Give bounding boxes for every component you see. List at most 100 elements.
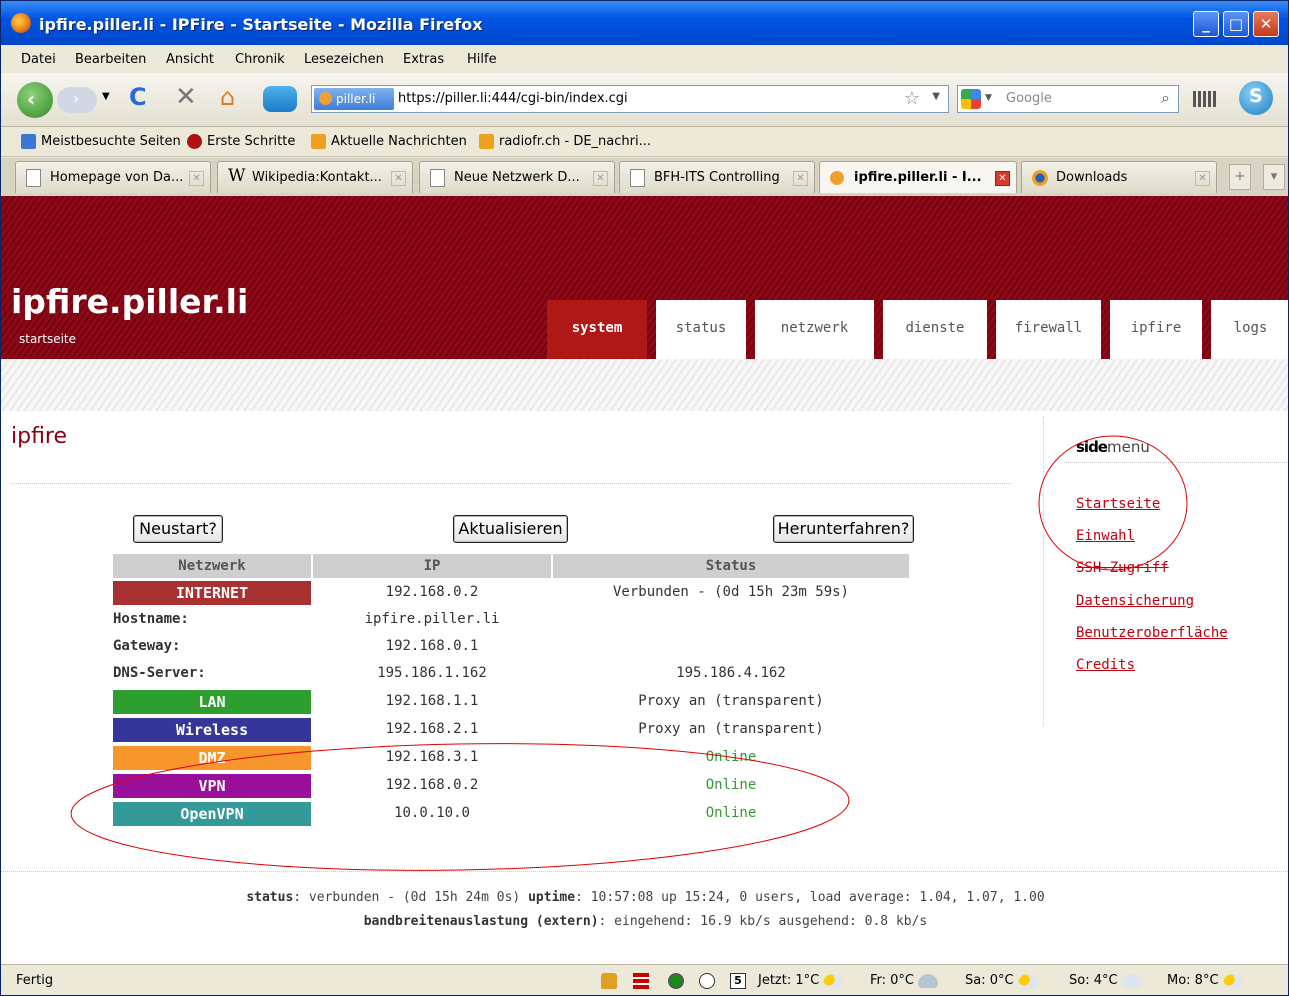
header-stripe — [1, 359, 1288, 411]
weather-fr[interactable]: Fr: 0°C — [870, 973, 939, 988]
forward-button[interactable]: › — [57, 87, 97, 113]
lock-icon[interactable] — [601, 973, 617, 989]
openvpn-ip: 10.0.10.0 — [394, 805, 470, 821]
nav-dienste[interactable]: dienste — [883, 300, 987, 359]
tab-ipfire[interactable]: ipfire.piller.li - I... ✕ — [819, 161, 1017, 193]
sidemenu-startseite[interactable]: Startseite — [1076, 496, 1160, 512]
back-button[interactable]: ‹ — [17, 82, 53, 118]
bookmark-first-steps[interactable]: Erste Schritte — [187, 134, 295, 149]
gateway-label: Gateway: — [113, 638, 181, 654]
dmz-badge: DMZ — [113, 746, 311, 770]
status-indicator-icon[interactable] — [668, 973, 684, 989]
tab-wikipedia[interactable]: W Wikipedia:Kontakt... ✕ — [217, 161, 413, 193]
grid-icon[interactable] — [1193, 91, 1217, 107]
footer-uptime-label: uptime — [528, 890, 576, 905]
sidemenu-datensicherung[interactable]: Datensicherung — [1076, 593, 1194, 609]
nav-firewall[interactable]: firewall — [996, 300, 1101, 359]
tab-close-icon[interactable]: ✕ — [1195, 171, 1210, 186]
sidemenu-ssh[interactable]: SSH-Zugriff — [1076, 560, 1169, 576]
sidemenu-title-rest: menu — [1106, 438, 1150, 456]
status-bar: Fertig 5 Jetzt: 1°C Fr: 0°C Sa: 0°C So: … — [1, 964, 1288, 995]
site-identity-button[interactable]: piller.li — [314, 88, 394, 110]
tab-homepage[interactable]: Homepage von Da... ✕ — [15, 161, 211, 193]
footer-status-value: : verbunden - (0d 15h 24m 0s) — [293, 890, 529, 905]
weather-mo[interactable]: Mo: 8°C — [1167, 973, 1243, 988]
shutdown-button[interactable]: Herunterfahren? — [773, 515, 914, 543]
weather-fr-label: Fr: 0°C — [870, 973, 915, 988]
dns-primary: 195.186.1.162 — [377, 665, 487, 681]
nav-netzwerk[interactable]: netzwerk — [755, 300, 874, 359]
menu-extras[interactable]: Extras — [403, 52, 444, 67]
minimize-button[interactable]: _ — [1193, 11, 1219, 37]
status-footer: status: verbunden - (0d 15h 24m 0s) upti… — [1, 886, 1288, 934]
row-dmz: DMZ 192.168.3.1 Online — [1, 745, 1001, 771]
engine-dropdown-icon[interactable]: ▼ — [985, 93, 992, 103]
webslice-icon[interactable] — [263, 86, 297, 112]
url-dropdown-icon[interactable]: ▼ — [932, 91, 940, 102]
sidemenu-benutzeroberflaeche[interactable]: Benutzeroberfläche — [1076, 625, 1228, 641]
tab-close-icon[interactable]: ✕ — [995, 171, 1010, 186]
weather-sa[interactable]: Sa: 0°C — [965, 973, 1038, 988]
ipfire-icon — [830, 171, 844, 185]
vpn-badge: VPN — [113, 774, 311, 798]
close-window-button[interactable]: ✕ — [1253, 11, 1279, 37]
row-internet: INTERNET 192.168.0.2 Verbunden - (0d 15h… — [1, 580, 1001, 606]
calendar-icon[interactable]: 5 — [730, 973, 746, 989]
stop-icon[interactable]: ✕ — [175, 82, 197, 112]
search-icon[interactable]: ⌕ — [1161, 88, 1170, 108]
nav-status[interactable]: status — [656, 300, 746, 359]
clock-icon[interactable] — [699, 973, 715, 989]
footer-divider — [1, 871, 1288, 872]
weather-sa-label: Sa: 0°C — [965, 973, 1014, 988]
downloads-icon — [1032, 170, 1048, 186]
search-placeholder[interactable]: Google — [1006, 91, 1052, 106]
maximize-button[interactable]: □ — [1223, 11, 1249, 37]
tab-downloads[interactable]: Downloads ✕ — [1021, 161, 1217, 193]
bookmark-news-feed[interactable]: Aktuelle Nachrichten — [311, 134, 467, 149]
weather-now[interactable]: Jetzt: 1°C — [758, 973, 844, 988]
nav-system[interactable]: system — [547, 300, 647, 359]
bookmark-star-icon[interactable]: ☆ — [904, 88, 920, 109]
wireless-badge: Wireless — [113, 718, 311, 742]
header-netzwerk: Netzwerk — [113, 554, 311, 578]
bookmark-radiofr-feed[interactable]: radiofr.ch - DE_nachri... — [479, 134, 651, 149]
footer-bandwidth-label: bandbreitenauslastung (extern) — [363, 914, 599, 929]
menu-ansicht[interactable]: Ansicht — [166, 52, 214, 67]
menu-datei[interactable]: Datei — [21, 52, 56, 67]
url-text[interactable]: https://piller.li:444/cgi-bin/index.cgi — [398, 91, 628, 106]
menu-hilfe[interactable]: Hilfe — [467, 52, 497, 67]
row-lan: LAN 192.168.1.1 Proxy an (transparent) — [1, 689, 1001, 715]
home-icon[interactable]: ⌂ — [220, 83, 235, 111]
tab-close-icon[interactable]: ✕ — [189, 171, 204, 186]
bookmark-most-visited[interactable]: Meistbesuchte Seiten — [21, 134, 181, 149]
footer-bandwidth-value: : eingehend: 16.9 kb/s ausgehend: 0.8 kb… — [598, 914, 928, 929]
wireless-status: Proxy an (transparent) — [638, 721, 824, 737]
browser-window: ipfire.piller.li - IPFire - Startseite -… — [0, 0, 1289, 996]
refresh-button[interactable]: Aktualisieren — [453, 515, 568, 543]
tab-close-icon[interactable]: ✕ — [593, 171, 608, 186]
nav-ipfire[interactable]: ipfire — [1110, 300, 1202, 359]
restart-button[interactable]: Neustart? — [133, 515, 223, 543]
tab-bfh[interactable]: BFH-ITS Controlling ✕ — [619, 161, 815, 193]
search-bar[interactable]: ▼ Google ⌕ — [957, 85, 1179, 113]
new-tab-button[interactable]: + — [1229, 164, 1251, 190]
weather-so[interactable]: So: 4°C — [1069, 973, 1142, 988]
menu-lesezeichen[interactable]: Lesezeichen — [304, 52, 384, 67]
menu-chronik[interactable]: Chronik — [235, 52, 285, 67]
nav-logs[interactable]: logs — [1211, 300, 1288, 359]
tab-netzwerk[interactable]: Neue Netzwerk D... ✕ — [419, 161, 615, 193]
reload-icon[interactable]: C — [129, 83, 147, 111]
tab-label: Downloads — [1056, 170, 1128, 185]
history-dropdown-icon[interactable]: ▼ — [102, 91, 110, 102]
google-icon[interactable] — [961, 89, 981, 109]
tab-close-icon[interactable]: ✕ — [391, 171, 406, 186]
skype-icon[interactable]: S — [1239, 81, 1273, 115]
tab-close-icon[interactable]: ✕ — [793, 171, 808, 186]
url-bar[interactable]: piller.li https://piller.li:444/cgi-bin/… — [311, 85, 949, 113]
menu-bearbeiten[interactable]: Bearbeiten — [75, 52, 146, 67]
tab-list-button[interactable]: ▾ — [1263, 164, 1285, 190]
sidemenu-credits[interactable]: Credits — [1076, 657, 1135, 673]
flag-icon[interactable] — [633, 973, 649, 989]
sidemenu-einwahl[interactable]: Einwahl — [1076, 528, 1135, 544]
dns-label: DNS-Server: — [113, 665, 206, 681]
